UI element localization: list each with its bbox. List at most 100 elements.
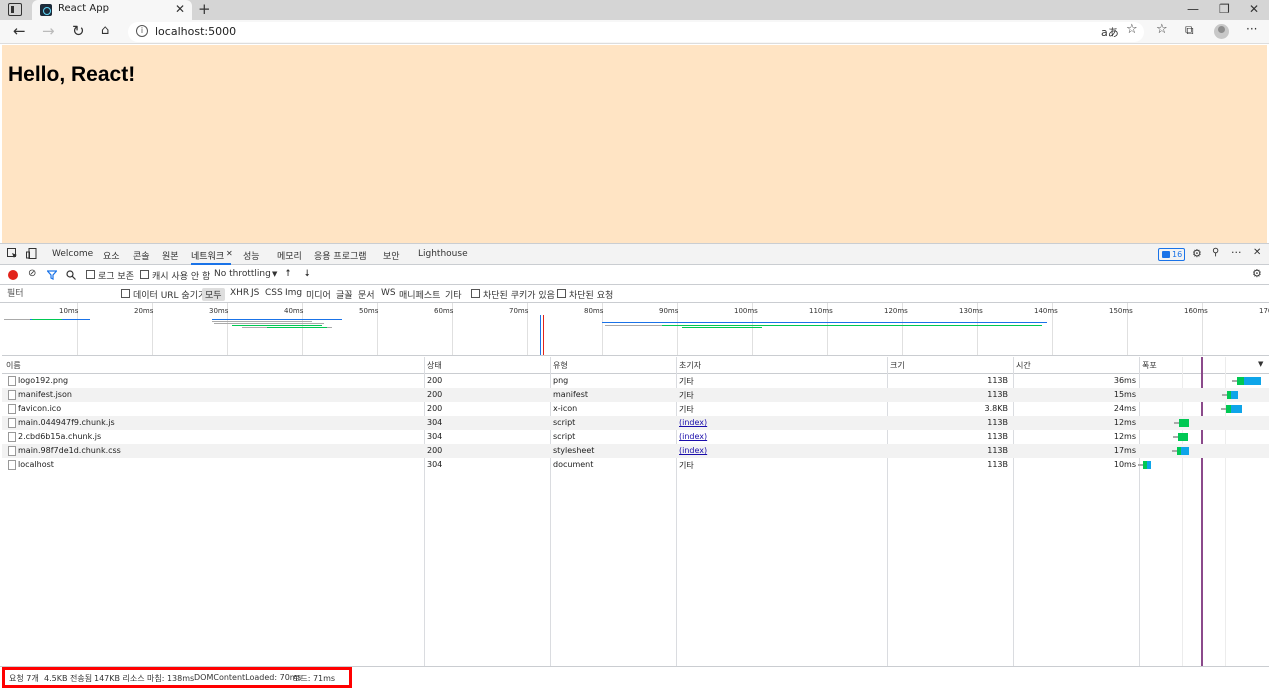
column-header-initiator[interactable]: 초기자 (679, 360, 701, 371)
more-icon[interactable]: ··· (1246, 22, 1257, 36)
overview-tick-label: 150ms (1109, 307, 1133, 315)
status-transferred: 4.5KB 전송됨 (44, 674, 93, 683)
overview-event-marker (540, 315, 541, 355)
close-devtools-icon[interactable]: ✕ (1253, 247, 1261, 258)
window-close-button[interactable]: ✕ (1249, 2, 1259, 16)
hide-data-urls-checkbox[interactable] (121, 289, 130, 298)
page-heading: Hello, React! (8, 63, 136, 86)
table-row[interactable]: manifest.json 200 manifest 기타 113B 15ms (2, 388, 1269, 402)
filter-type-media[interactable]: 미디어 (306, 288, 331, 301)
throttling-select[interactable]: No throttling (214, 269, 271, 279)
feedback-icon[interactable]: ⚲ (1212, 247, 1219, 258)
filter-type-other[interactable]: 기타 (445, 288, 462, 301)
request-initiator-link[interactable]: (index) (679, 432, 707, 441)
column-header-size[interactable]: 크기 (890, 360, 905, 371)
tab-application[interactable]: 응용 프로그램 (314, 249, 367, 262)
table-row[interactable]: main.98f7de1d.chunk.css 200 stylesheet (ind… (2, 444, 1269, 458)
network-overview-timeline[interactable]: 10ms 20ms 30ms 40ms 50ms 60ms 70ms 80ms 90ms 100m… (2, 303, 1269, 356)
column-header-waterfall[interactable]: 폭포 (1142, 360, 1157, 371)
issues-badge[interactable]: 16 (1158, 248, 1185, 261)
filter-type-js[interactable]: JS (251, 288, 259, 298)
url-text[interactable]: localhost:5000 (155, 25, 236, 38)
blocked-requests-checkbox[interactable] (557, 289, 566, 298)
waterfall-download-bar (1244, 377, 1262, 385)
network-settings-icon[interactable]: ⚙ (1252, 267, 1262, 280)
home-icon[interactable]: ⌂ (101, 22, 109, 40)
disable-cache-checkbox[interactable] (140, 270, 149, 279)
column-header-name[interactable]: 이름 (6, 360, 21, 371)
favorites-icon[interactable]: ☆ (1156, 22, 1168, 37)
tab-elements[interactable]: 요소 (103, 249, 120, 262)
table-row[interactable]: main.044947f9.chunk.js 304 script (index) 11… (2, 416, 1269, 430)
column-header-status[interactable]: 상태 (427, 360, 442, 371)
overview-tick-label: 60ms (434, 307, 454, 315)
export-har-icon[interactable]: ⭣ (305, 269, 309, 279)
back-icon[interactable]: ← (13, 22, 26, 40)
tab-security[interactable]: 보안 (383, 249, 400, 262)
new-tab-button[interactable]: + (198, 0, 211, 18)
device-toolbar-icon[interactable] (26, 248, 37, 259)
waterfall-sort-icon[interactable]: ▼ (1258, 360, 1263, 368)
filter-type-css[interactable]: CSS (265, 288, 283, 298)
tab-actions-icon[interactable] (8, 3, 22, 16)
forward-icon[interactable]: → (42, 22, 55, 40)
record-icon[interactable] (8, 270, 18, 280)
address-bar[interactable]: i localhost:5000 (128, 22, 1144, 42)
refresh-icon[interactable]: ↻ (72, 22, 85, 40)
tab-sources[interactable]: 원본 (162, 249, 179, 262)
tab-lighthouse[interactable]: Lighthouse (418, 249, 468, 259)
more-options-icon[interactable]: ··· (1231, 246, 1242, 259)
collections-icon[interactable]: ⧉ (1185, 23, 1194, 38)
table-row[interactable]: localhost 304 document 기타 113B 10ms (2, 458, 1269, 472)
read-aloud-icon[interactable]: aあ (1101, 24, 1119, 40)
inspect-element-icon[interactable] (7, 248, 18, 259)
profile-avatar[interactable] (1214, 24, 1229, 39)
filter-input[interactable]: 필터 (2, 287, 112, 301)
preserve-log-checkbox[interactable] (86, 270, 95, 279)
tab-memory[interactable]: 메모리 (277, 249, 302, 262)
clear-icon[interactable]: ⊘ (28, 268, 36, 279)
file-icon (8, 376, 16, 386)
favorite-star-icon[interactable]: ☆ (1126, 22, 1138, 37)
disable-cache-label: 캐시 사용 안 함 (152, 272, 211, 282)
request-status: 304 (427, 418, 443, 427)
chevron-down-icon[interactable]: ▼ (272, 270, 277, 278)
filter-type-all[interactable]: 모두 (202, 288, 225, 301)
filter-type-manifest[interactable]: 매니페스트 (399, 288, 440, 301)
tab-console[interactable]: 콘솔 (133, 249, 150, 262)
browser-tab[interactable]: React App ✕ (32, 0, 192, 20)
table-row[interactable]: favicon.ico 200 x-icon 기타 3.8KB 24ms (2, 402, 1269, 416)
overview-tick-label: 20ms (134, 307, 154, 315)
column-header-type[interactable]: 유형 (553, 360, 568, 371)
page-viewport: Hello, React! (2, 45, 1267, 243)
search-icon[interactable] (66, 270, 76, 280)
column-header-time[interactable]: 시간 (1016, 360, 1031, 371)
blocked-cookies-checkbox[interactable] (471, 289, 480, 298)
request-size: 113B (987, 418, 1008, 427)
minimize-button[interactable]: — (1187, 2, 1199, 16)
filter-type-ws[interactable]: WS (381, 288, 396, 298)
filter-funnel-icon[interactable] (47, 270, 57, 280)
filter-type-font[interactable]: 글꼴 (336, 288, 353, 301)
table-row[interactable]: logo192.png 200 png 기타 113B 36ms (2, 374, 1269, 388)
settings-gear-icon[interactable]: ⚙ (1192, 247, 1202, 260)
waterfall-download-bar (1146, 461, 1152, 469)
tab-network[interactable]: 네트워크 (191, 249, 224, 262)
filter-type-xhr[interactable]: XHR (230, 288, 249, 298)
request-time: 15ms (1113, 390, 1136, 399)
overview-request-line (232, 325, 322, 326)
request-initiator-link[interactable]: (index) (679, 446, 707, 455)
table-row[interactable]: 2.cbd6b15a.chunk.js 304 script (index) 113B 1… (2, 430, 1269, 444)
restore-button[interactable]: ❐ (1219, 2, 1230, 16)
tab-performance[interactable]: 성능 (243, 249, 260, 262)
tab-welcome[interactable]: Welcome (52, 249, 93, 259)
filter-type-img[interactable]: Img (285, 288, 302, 298)
network-tab-close-button[interactable]: ✕ (226, 249, 233, 258)
import-har-icon[interactable]: ⭡ (286, 269, 290, 279)
overview-tick-label: 140ms (1034, 307, 1058, 315)
tab-close-button[interactable]: ✕ (175, 2, 185, 16)
request-type: script (553, 432, 576, 441)
request-initiator-link[interactable]: (index) (679, 418, 707, 427)
site-info-icon[interactable]: i (136, 25, 148, 37)
filter-type-doc[interactable]: 문서 (358, 288, 375, 301)
